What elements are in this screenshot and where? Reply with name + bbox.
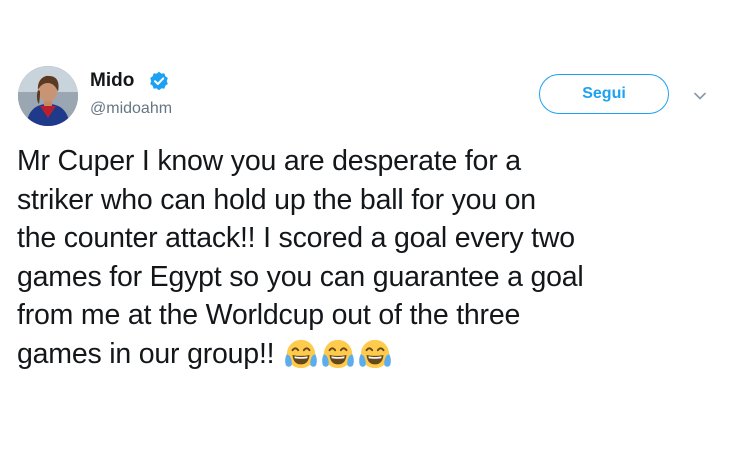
tweet-text-line: games for Egypt so you can guarantee a g… xyxy=(17,260,584,293)
verified-badge-icon xyxy=(149,71,169,91)
tweet-text-line: from me at the Worldcup out of the three xyxy=(17,299,521,331)
chevron-down-icon[interactable] xyxy=(690,86,710,106)
tweet-text-last-line: games in our group!! xyxy=(17,335,729,382)
tweet-text-line: striker who can hold up the ball for you… xyxy=(17,183,536,216)
tweet-text: Mr Cuper I know you are desperate for a … xyxy=(17,142,729,381)
tweet-text-line: games in our group!! xyxy=(17,337,275,370)
tweet-card: Mido @midoahm Segui Mr Cuper I know you … xyxy=(0,0,738,462)
display-name[interactable]: Mido xyxy=(90,70,134,92)
face-with-tears-of-joy-icon xyxy=(322,339,355,368)
avatar[interactable] xyxy=(18,66,78,126)
tweet-text-line: the counter attack!! I scored a goal eve… xyxy=(17,222,575,254)
emoji-row xyxy=(284,337,395,382)
follow-button[interactable]: Segui xyxy=(539,74,669,114)
face-with-tears-of-joy-icon xyxy=(359,339,392,368)
tweet-text-line: Mr Cuper I know you are desperate for a xyxy=(17,145,521,177)
face-with-tears-of-joy-icon xyxy=(285,339,318,368)
user-handle[interactable]: @midoahm xyxy=(90,99,172,119)
